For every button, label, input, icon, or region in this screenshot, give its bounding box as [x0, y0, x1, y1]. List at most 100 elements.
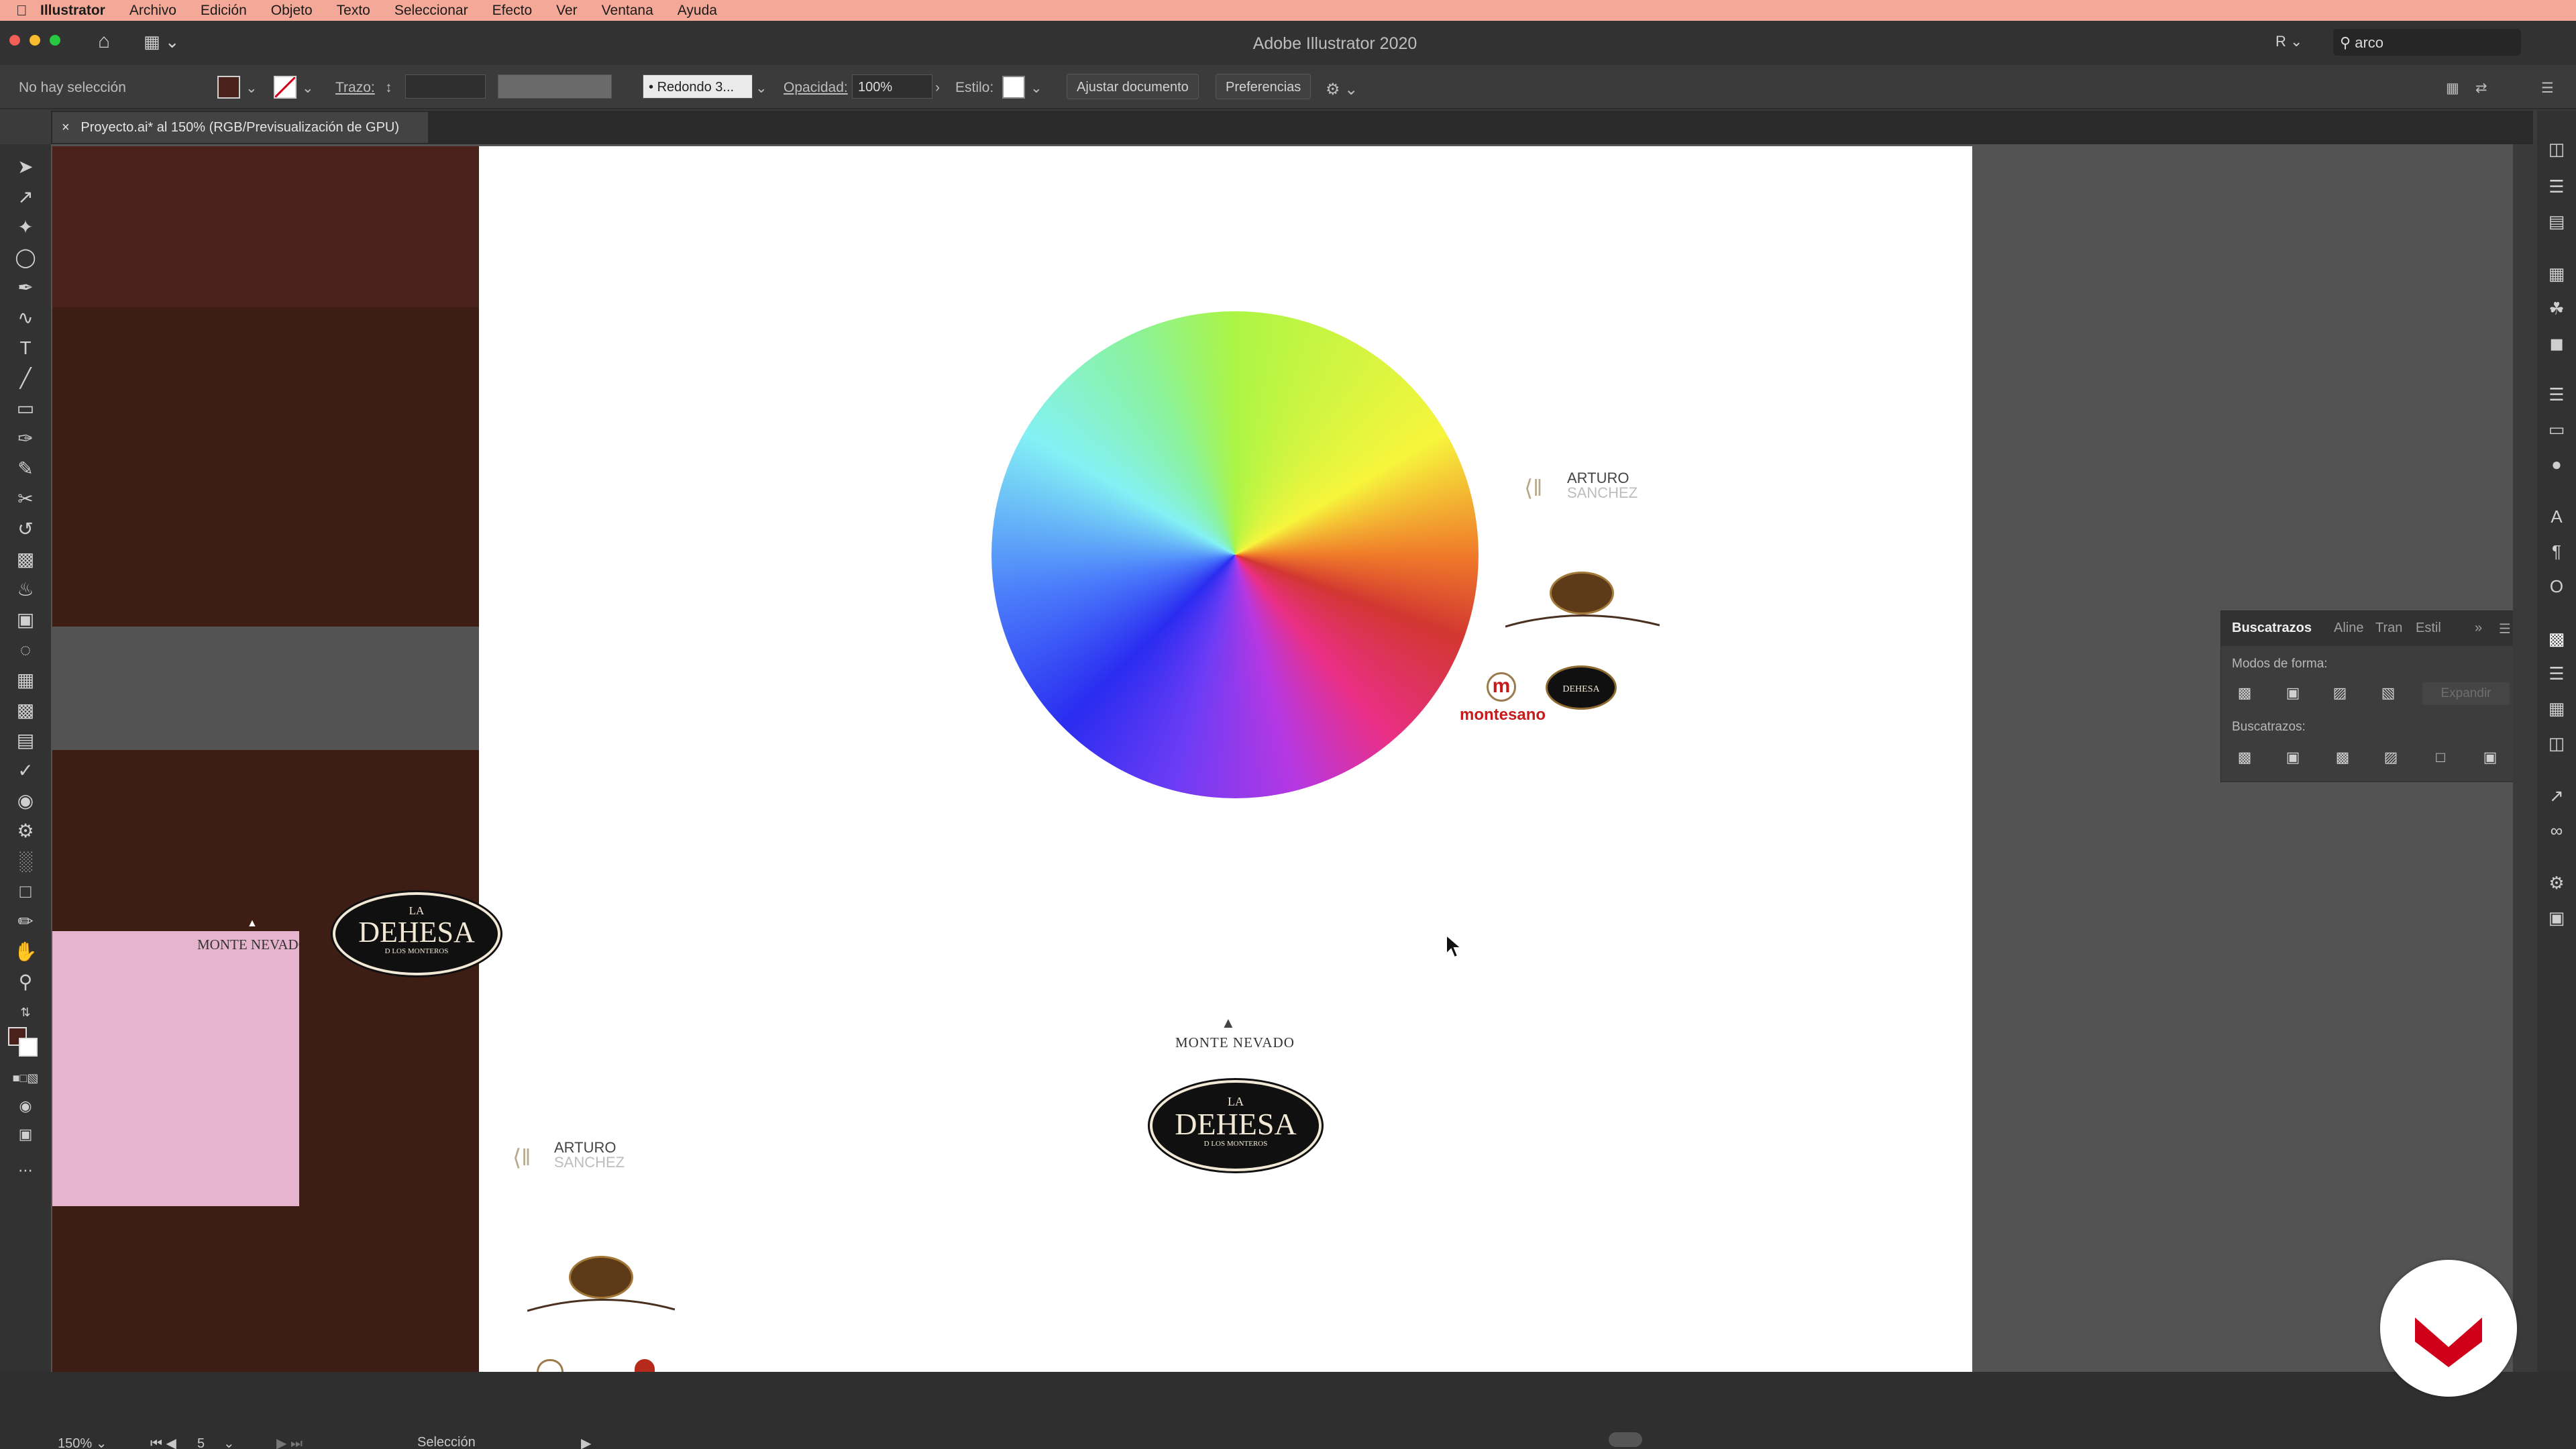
gradient-panel-icon[interactable]: ▭: [2545, 418, 2568, 441]
minimize-window-button[interactable]: [30, 35, 40, 46]
graphic-style-swatch[interactable]: [1002, 76, 1025, 99]
transparency-panel-icon[interactable]: ●: [2545, 453, 2568, 476]
workspace-switcher-icon[interactable]: ▦ ⌄: [144, 32, 180, 52]
intersect-icon[interactable]: ▨: [2330, 684, 2350, 702]
brush-definition-dropdown[interactable]: • Redondo 3...: [643, 74, 753, 99]
tab-estilos[interactable]: Estil: [2416, 621, 2441, 636]
zoom-level[interactable]: 150% ⌄: [58, 1435, 107, 1449]
montesano-mark[interactable]: m: [1487, 672, 1516, 702]
transform-panel-icon[interactable]: ▦: [2545, 697, 2568, 720]
minus-back-icon[interactable]: ▣: [2480, 748, 2500, 767]
panel-toggle-icon[interactable]: ▦: [2446, 80, 2459, 97]
blend-tool-icon[interactable]: ◉: [11, 788, 40, 814]
unite-icon[interactable]: ▩: [2235, 684, 2255, 702]
vertical-scrollbar[interactable]: [2513, 144, 2536, 1372]
divide-icon[interactable]: ▩: [2235, 748, 2255, 767]
swap-fill-stroke-icon[interactable]: ⇅: [11, 999, 40, 1026]
panel-menu-icon[interactable]: ☰: [2499, 621, 2511, 637]
stroke-dropdown-icon[interactable]: ⌄: [302, 80, 314, 97]
warp-tool-icon[interactable]: ♨: [11, 576, 40, 603]
slice-tool-icon[interactable]: ✏: [11, 908, 40, 935]
artboard-dark-top[interactable]: [52, 146, 479, 307]
close-tab-icon[interactable]: ×: [62, 120, 70, 135]
pen-tool-icon[interactable]: ✒: [11, 274, 40, 301]
la-dehesa-logo-center[interactable]: LA DEHESA D LOS MONTEROS: [1150, 1080, 1322, 1171]
magic-wand-tool-icon[interactable]: ✦: [11, 214, 40, 241]
brushes-panel-icon[interactable]: ☘: [2545, 297, 2568, 320]
style-dropdown-icon[interactable]: ⌄: [1030, 80, 1042, 97]
menu-efecto[interactable]: Efecto: [492, 3, 533, 19]
trim-icon[interactable]: ▣: [2283, 748, 2303, 767]
minus-front-icon[interactable]: ▣: [2283, 684, 2303, 702]
artboard-nav-first-icon[interactable]: ⏮ ◀: [150, 1435, 176, 1449]
document-tab[interactable]: × Proyecto.ai* al 150% (RGB/Previsualiza…: [52, 112, 428, 143]
selection-tool-icon[interactable]: ➤: [11, 154, 40, 180]
menu-ver[interactable]: Ver: [556, 3, 578, 19]
menu-archivo[interactable]: Archivo: [129, 3, 176, 19]
exclude-icon[interactable]: ▧: [2378, 684, 2398, 702]
artboard-nav-next-icon[interactable]: ▶ ⏭: [276, 1435, 303, 1449]
gold-oval-logo[interactable]: [1550, 572, 1614, 614]
scissors-tool-icon[interactable]: ✂: [11, 486, 40, 513]
screen-mode-icon[interactable]: ▣: [11, 1121, 40, 1148]
opacity-label[interactable]: Opacidad:: [784, 80, 848, 96]
crop-icon[interactable]: ▨: [2381, 748, 2401, 767]
menu-objeto[interactable]: Objeto: [271, 3, 313, 19]
draw-mode-icon[interactable]: ◉: [11, 1093, 40, 1120]
home-icon[interactable]: ⌂: [98, 30, 110, 53]
workspace-dropdown[interactable]: R ⌄: [2275, 33, 2302, 50]
monte-nevado-logo-left[interactable]: MONTE NEVADO: [197, 936, 299, 953]
menu-edicion[interactable]: Edición: [201, 3, 247, 19]
collapse-panel-icon[interactable]: »: [2475, 621, 2482, 636]
opacity-field[interactable]: 100%: [852, 74, 932, 99]
shaper-tool-icon[interactable]: ✎: [11, 455, 40, 482]
align-panel-icon[interactable]: ☰: [2545, 662, 2568, 685]
rectangle-tool-icon[interactable]: ▭: [11, 395, 40, 422]
expand-button[interactable]: Expandir: [2422, 682, 2510, 705]
artboards-panel-icon[interactable]: ◫: [2545, 732, 2568, 755]
symbol-sprayer-tool-icon[interactable]: ⚙: [11, 818, 40, 845]
zoom-window-button[interactable]: [50, 35, 60, 46]
shape-builder-tool-icon[interactable]: ◌: [11, 637, 40, 663]
eyedropper-tool-icon[interactable]: ✓: [11, 757, 40, 784]
free-transform-tool-icon[interactable]: ▣: [11, 606, 40, 633]
control-bar-menu-icon[interactable]: ☰: [2541, 80, 2554, 97]
monte-nevado-logo[interactable]: MONTE NEVADO: [1175, 1034, 1295, 1051]
merge-icon[interactable]: ▩: [2332, 748, 2353, 767]
zoom-tool-icon[interactable]: ⚲: [11, 969, 40, 996]
character-panel-icon[interactable]: A: [2545, 505, 2568, 528]
links-panel-icon[interactable]: ∞: [2545, 819, 2568, 842]
pathfinder-panel-icon[interactable]: ▩: [2545, 627, 2568, 650]
fill-swatch[interactable]: [217, 76, 240, 99]
fit-document-button[interactable]: Ajustar documento: [1067, 74, 1199, 99]
symbols-panel-icon[interactable]: ◼: [2545, 332, 2568, 355]
asset-export-icon[interactable]: ⚙: [2545, 871, 2568, 894]
arrange-documents-icon[interactable]: ⚙ ⌄: [1326, 80, 1358, 99]
edit-toolbar-icon[interactable]: ⋯: [11, 1157, 40, 1184]
fill-dropdown-icon[interactable]: ⌄: [246, 80, 258, 97]
lasso-tool-icon[interactable]: ◯: [11, 244, 40, 271]
artboard-tool-icon[interactable]: □: [11, 878, 40, 905]
montesano-wordmark[interactable]: montesano: [1460, 706, 1546, 724]
outline-icon[interactable]: □: [2430, 748, 2451, 767]
stroke-weight-field[interactable]: [405, 74, 486, 99]
horizontal-scrollbar[interactable]: [604, 1373, 2502, 1447]
color-mode-icons[interactable]: ■□▧: [11, 1065, 40, 1091]
menu-illustrator[interactable]: Illustrator: [40, 3, 105, 19]
opacity-arrow-icon[interactable]: ›: [935, 80, 940, 96]
menu-seleccionar[interactable]: Seleccionar: [394, 3, 468, 19]
column-graph-tool-icon[interactable]: ░: [11, 848, 40, 875]
scrollbar-thumb[interactable]: [1609, 1432, 1642, 1447]
artboard-number[interactable]: 5 ⌄: [197, 1435, 235, 1449]
menu-ayuda[interactable]: Ayuda: [678, 3, 717, 19]
stroke-swatch[interactable]: [274, 76, 297, 99]
apple-icon[interactable]: : [16, 2, 40, 19]
color-wheel-graphic[interactable]: [991, 311, 1479, 798]
tab-alinear[interactable]: Aline: [2334, 621, 2363, 636]
brush-dropdown-icon[interactable]: ⌄: [755, 80, 767, 97]
rotate-tool-icon[interactable]: ↺: [11, 516, 40, 543]
pink-rectangle[interactable]: [52, 931, 299, 1206]
status-menu-arrow-icon[interactable]: ▶: [581, 1435, 591, 1449]
perspective-grid-tool-icon[interactable]: ▦: [11, 667, 40, 694]
properties-icon[interactable]: ⇄: [2475, 80, 2487, 97]
